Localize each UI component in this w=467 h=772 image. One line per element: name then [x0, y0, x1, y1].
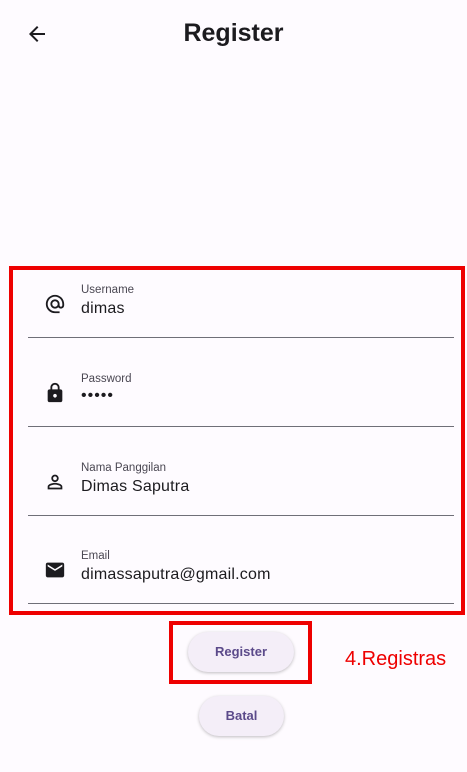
register-screen: Register Username dimas Password ••••• N… [0, 0, 467, 772]
form-highlight-box [9, 266, 465, 615]
annotation-label: 4.Registras [345, 648, 447, 670]
cancel-button[interactable]: Batal [199, 696, 284, 736]
register-button-highlight [169, 621, 312, 684]
app-bar: Register [0, 0, 467, 70]
page-title: Register [183, 19, 284, 47]
